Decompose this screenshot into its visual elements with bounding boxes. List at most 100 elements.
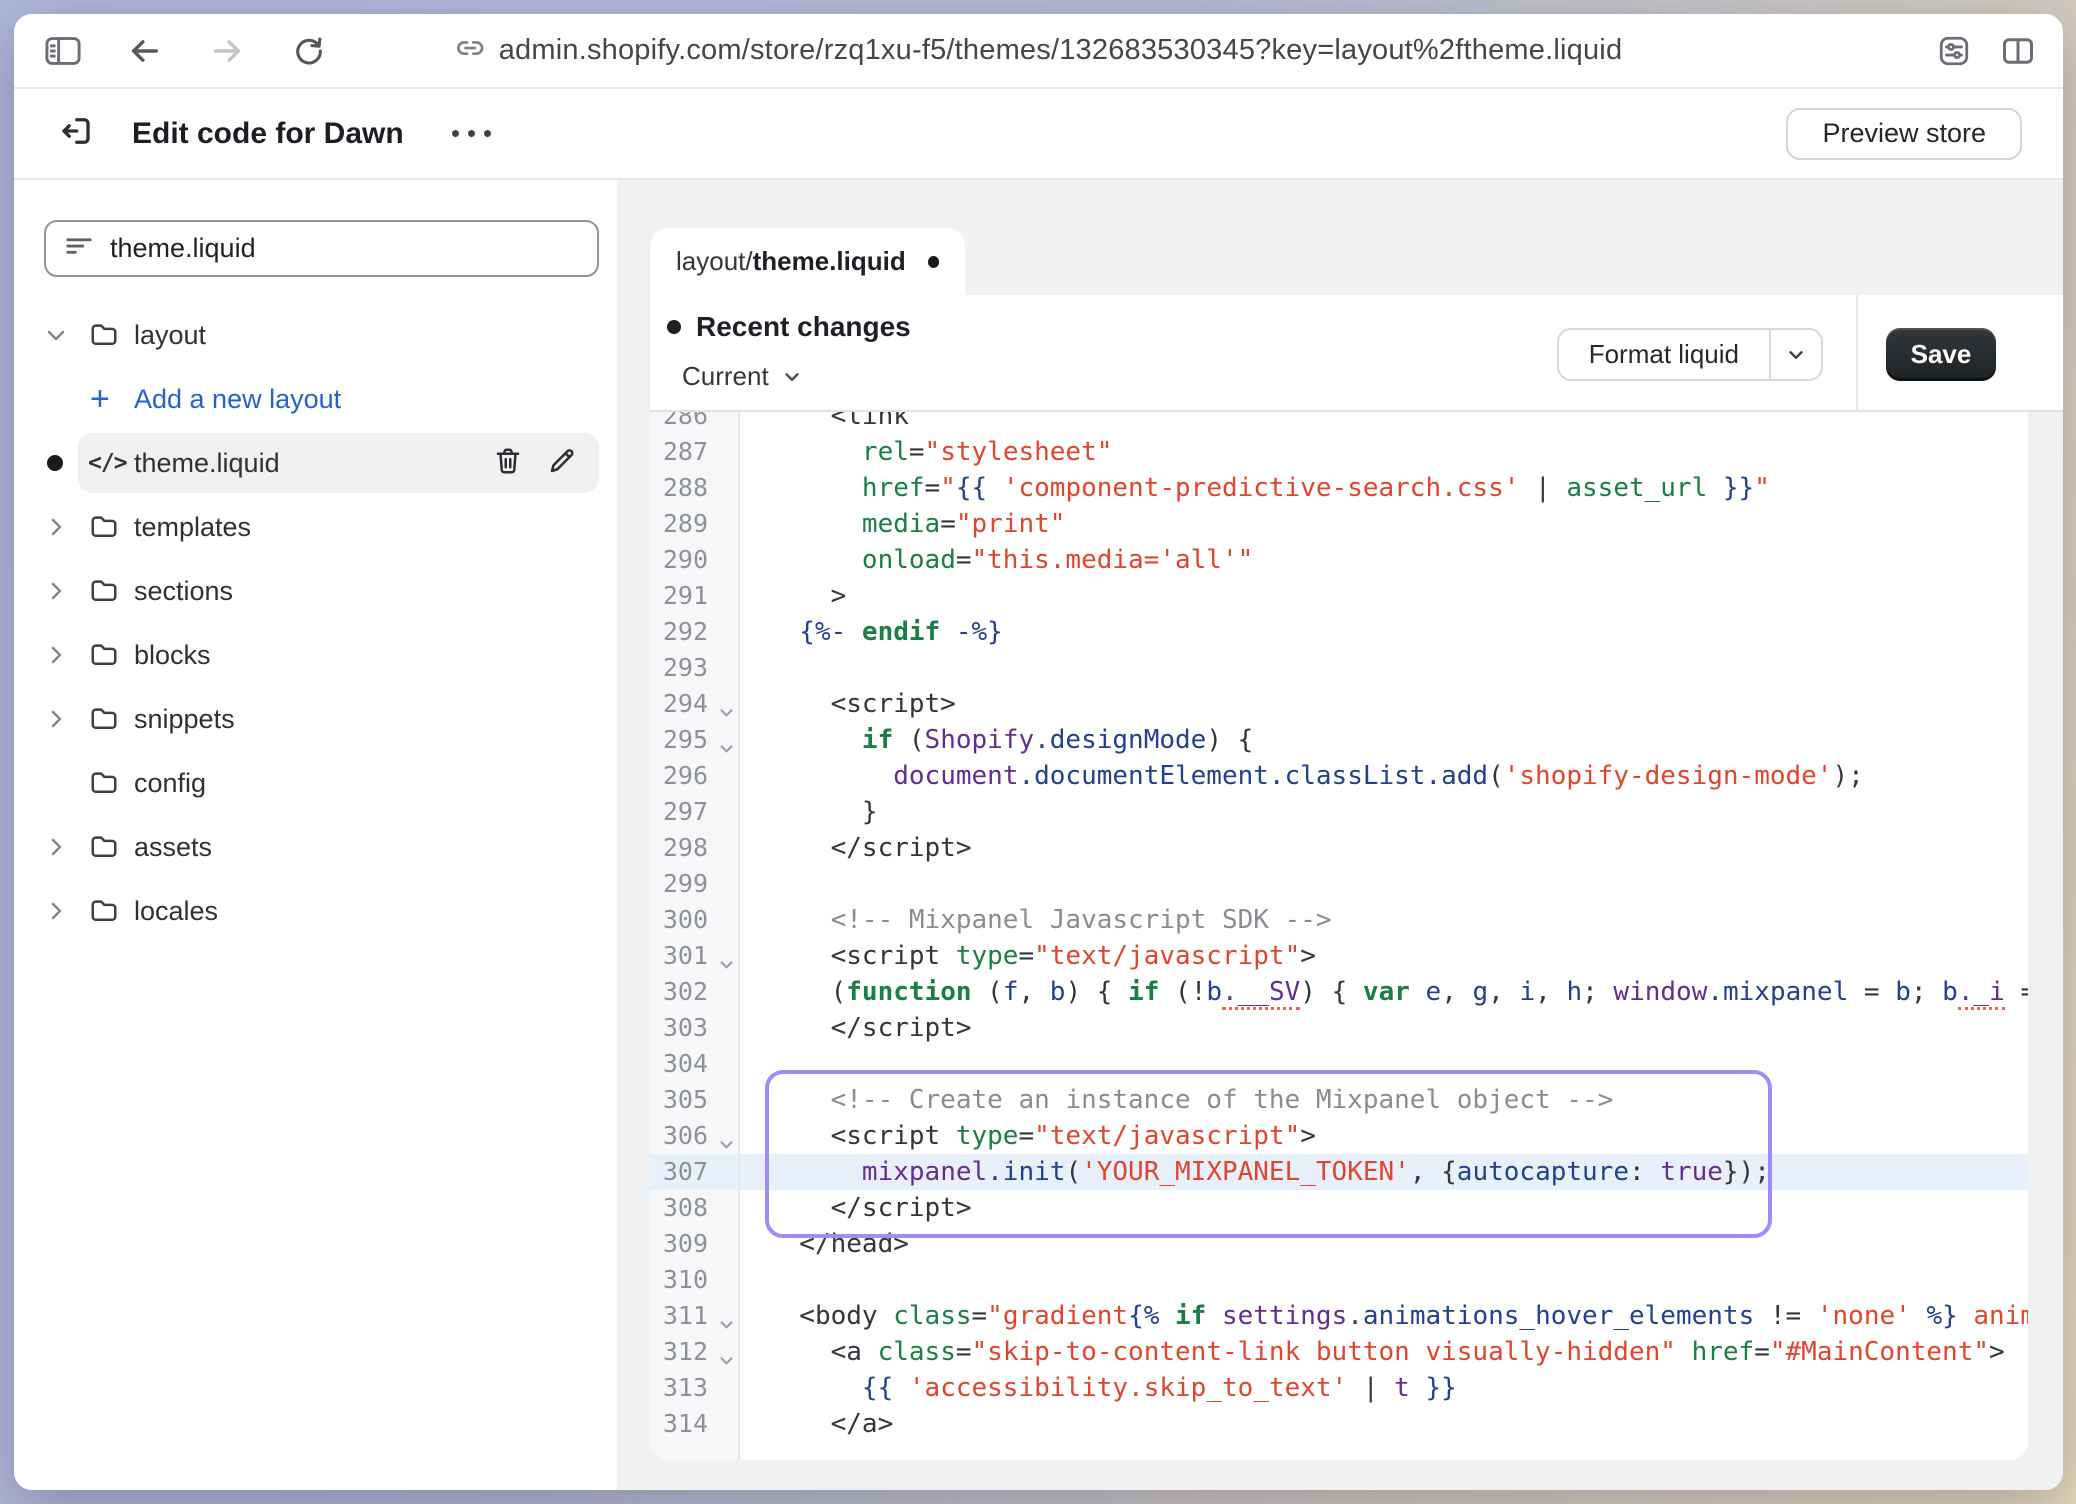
- unsaved-file-dot: [47, 455, 63, 471]
- gutter-line-302: 302: [650, 974, 738, 1010]
- desktop-background: admin.shopify.com/store/rzq1xu-f5/themes…: [0, 0, 2076, 1504]
- code-line-291[interactable]: >: [740, 578, 2028, 614]
- file-search[interactable]: [44, 220, 599, 277]
- browser-toolbar: admin.shopify.com/store/rzq1xu-f5/themes…: [14, 14, 2063, 89]
- tree-item-assets[interactable]: assets: [44, 817, 599, 877]
- fold-icon: [718, 956, 735, 973]
- code-area[interactable]: <link rel="stylesheet" href="{{ 'compone…: [740, 412, 2028, 1460]
- back-icon[interactable]: [126, 32, 164, 70]
- folder-icon: [88, 896, 120, 926]
- code-line-302[interactable]: (function (f, b) { if (!b.__SV) { var e,…: [740, 974, 2028, 1010]
- tree-item-locales[interactable]: locales: [44, 881, 599, 941]
- tree-item-theme-liquid[interactable]: </>theme.liquid: [44, 433, 599, 493]
- rename-file-icon[interactable]: [547, 446, 577, 481]
- chevron-right-icon[interactable]: [44, 579, 88, 603]
- chevron-down-icon: [1785, 344, 1807, 366]
- exit-editor-icon[interactable]: [58, 113, 94, 154]
- reload-icon[interactable]: [290, 32, 328, 70]
- fold-icon: [718, 1136, 735, 1153]
- chevron-right-icon[interactable]: [44, 643, 88, 667]
- code-line-290[interactable]: onload="this.media='all'": [740, 542, 2028, 578]
- gutter-line-291: 291: [650, 578, 738, 614]
- code-line-292[interactable]: {%- endif -%}: [740, 614, 2028, 650]
- folder-icon: [88, 768, 134, 798]
- page-settings-icon[interactable]: [1935, 32, 1973, 70]
- chevron-right-icon: [44, 643, 68, 667]
- format-liquid-menu-chevron[interactable]: [1769, 330, 1821, 379]
- code-line-312[interactable]: <a class="skip-to-content-link button vi…: [740, 1334, 2028, 1370]
- code-line-308[interactable]: </script>: [740, 1190, 2028, 1226]
- chevron-down-icon: [44, 323, 68, 347]
- code-line-300[interactable]: <!-- Mixpanel Javascript SDK -->: [740, 902, 2028, 938]
- folder-icon: [88, 576, 134, 606]
- folder-icon: [88, 896, 134, 926]
- format-liquid-button[interactable]: Format liquid: [1557, 328, 1823, 381]
- search-input[interactable]: [110, 233, 579, 264]
- code-line-297[interactable]: }: [740, 794, 2028, 830]
- tree-item-label: blocks: [134, 640, 211, 671]
- file-sidebar: layout+Add a new layout</>theme.liquidte…: [14, 180, 617, 1490]
- tree-item-snippets[interactable]: snippets: [44, 689, 599, 749]
- gutter-line-297: 297: [650, 794, 738, 830]
- delete-file-icon[interactable]: [493, 446, 523, 481]
- code-line-298[interactable]: </script>: [740, 830, 2028, 866]
- code-line-306[interactable]: <script type="text/javascript">: [740, 1118, 2028, 1154]
- preview-store-button[interactable]: Preview store: [1786, 108, 2022, 160]
- version-dropdown[interactable]: Current: [682, 361, 803, 392]
- code-line-313[interactable]: {{ 'accessibility.skip_to_text' | t }}: [740, 1370, 2028, 1406]
- sidebar-toggle-icon[interactable]: [44, 32, 82, 70]
- code-line-295[interactable]: if (Shopify.designMode) {: [740, 722, 2028, 758]
- tab-theme-liquid[interactable]: layout/theme.liquid: [650, 228, 965, 295]
- forward-icon[interactable]: [208, 32, 246, 70]
- more-actions-icon[interactable]: [446, 120, 497, 147]
- gutter-line-293: 293: [650, 650, 738, 686]
- code-line-287[interactable]: rel="stylesheet": [740, 434, 2028, 470]
- tree-item-blocks[interactable]: blocks: [44, 625, 599, 685]
- tree-item-templates[interactable]: templates: [44, 497, 599, 557]
- tree-item-label: locales: [134, 896, 218, 927]
- code-line-310[interactable]: [740, 1262, 2028, 1298]
- fold-icon: [718, 1316, 735, 1333]
- page-title: Edit code for Dawn: [132, 117, 404, 151]
- chevron-right-icon[interactable]: [44, 835, 88, 859]
- code-line-301[interactable]: <script type="text/javascript">: [740, 938, 2028, 974]
- chevron-right-icon[interactable]: [44, 899, 88, 923]
- save-button[interactable]: Save: [1886, 328, 1996, 381]
- chevron-right-icon[interactable]: [44, 707, 88, 731]
- plus-icon: +: [88, 382, 134, 416]
- tree-item-label: sections: [134, 576, 233, 607]
- code-editor[interactable]: 2862872882892902912922932942952962972982…: [650, 412, 2028, 1460]
- code-line-303[interactable]: </script>: [740, 1010, 2028, 1046]
- code-line-293[interactable]: [740, 650, 2028, 686]
- code-line-299[interactable]: [740, 866, 2028, 902]
- add-new-layout-action[interactable]: +Add a new layout: [44, 369, 599, 429]
- code-line-289[interactable]: media="print": [740, 506, 2028, 542]
- gutter-line-308: 308: [650, 1190, 738, 1226]
- code-line-286[interactable]: <link: [740, 412, 2028, 434]
- code-line-296[interactable]: document.documentElement.classList.add('…: [740, 758, 2028, 794]
- folder-icon: [88, 512, 120, 542]
- gutter-line-287: 287: [650, 434, 738, 470]
- code-line-305[interactable]: <!-- Create an instance of the Mixpanel …: [740, 1082, 2028, 1118]
- code-line-309[interactable]: </head>: [740, 1226, 2028, 1262]
- gutter-line-300: 300: [650, 902, 738, 938]
- chevron-right-icon[interactable]: [44, 515, 88, 539]
- code-line-307[interactable]: mixpanel.init('YOUR_MIXPANEL_TOKEN', {au…: [740, 1154, 2028, 1190]
- address-bar[interactable]: admin.shopify.com/store/rzq1xu-f5/themes…: [455, 14, 1623, 87]
- code-line-288[interactable]: href="{{ 'component-predictive-search.cs…: [740, 470, 2028, 506]
- code-line-294[interactable]: <script>: [740, 686, 2028, 722]
- fold-icon: [718, 704, 735, 721]
- tree-item-config[interactable]: config: [44, 753, 599, 813]
- tree-item-sections[interactable]: sections: [44, 561, 599, 621]
- gutter-line-299: 299: [650, 866, 738, 902]
- code-line-314[interactable]: </a>: [740, 1406, 2028, 1442]
- folder-icon: [88, 832, 134, 862]
- code-line-304[interactable]: [740, 1046, 2028, 1082]
- code-line-311[interactable]: <body class="gradient{% if settings.anim…: [740, 1298, 2028, 1334]
- split-view-icon[interactable]: [1999, 32, 2037, 70]
- tree-item-label: assets: [134, 832, 212, 863]
- fold-icon: [718, 740, 735, 757]
- gutter-line-311: 311: [650, 1298, 738, 1334]
- tree-item-layout[interactable]: layout: [44, 305, 599, 365]
- chevron-down-icon[interactable]: [44, 323, 88, 347]
